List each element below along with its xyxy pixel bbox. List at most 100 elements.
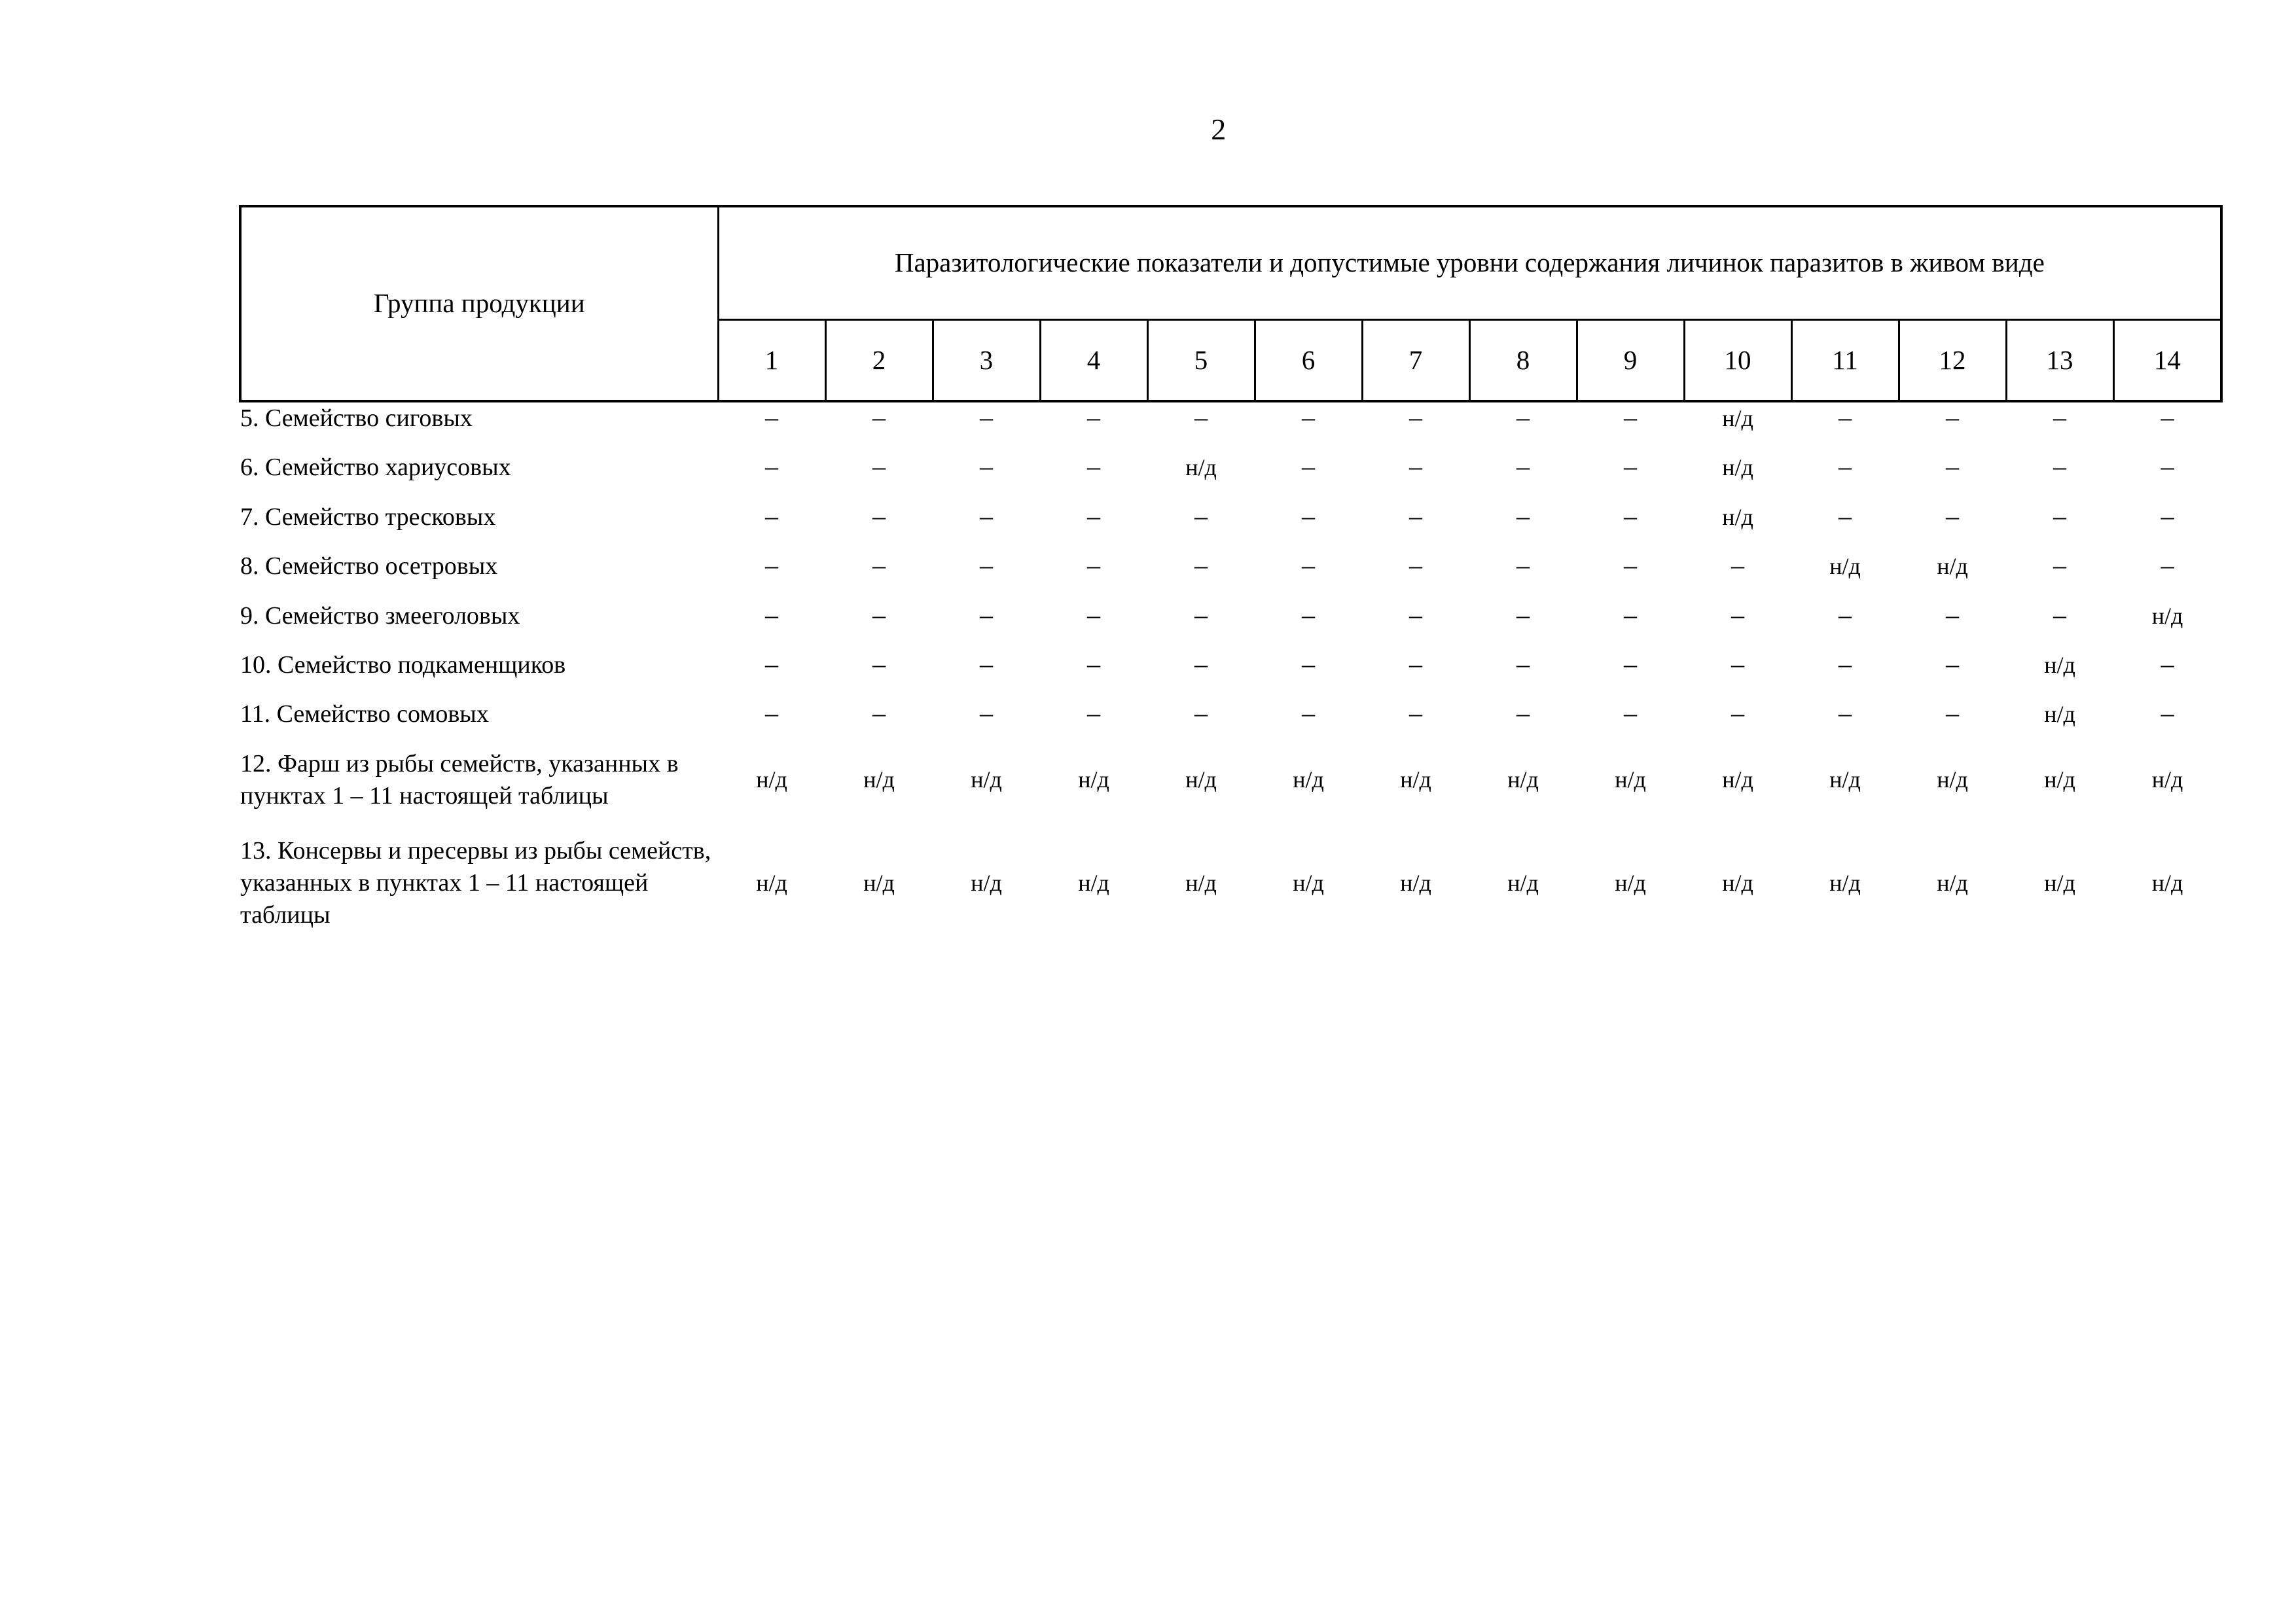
table-head: Группа продукции Паразитологические пока…	[239, 205, 2223, 402]
cell-r6-c6: –	[1255, 698, 1362, 747]
parasitology-table: Группа продукции Паразитологические пока…	[239, 205, 2223, 954]
dash-value: –	[1194, 550, 1208, 580]
dash-value: –	[1731, 649, 1744, 679]
cell-r8-c12: н/д	[1899, 835, 2006, 954]
dash-value: –	[1839, 501, 1852, 531]
header-col-14: 14	[2112, 319, 2223, 402]
cell-r4-c6: –	[1255, 600, 1362, 649]
no-data-value: н/д	[1185, 869, 1217, 896]
cell-r7-c9: н/д	[1577, 748, 1684, 835]
dash-value: –	[980, 402, 993, 432]
cell-r1-c14: –	[2113, 452, 2221, 501]
cell-r6-c11: –	[1791, 698, 1899, 747]
dash-value: –	[1302, 452, 1315, 482]
header-col-9: 9	[1575, 319, 1684, 402]
dash-value: –	[765, 599, 778, 630]
cell-r7-c13: н/д	[2006, 748, 2113, 835]
cell-r2-c9: –	[1577, 501, 1684, 550]
cell-r5-c5: –	[1147, 649, 1255, 698]
no-data-value: н/д	[1293, 766, 1324, 793]
cell-r2-c13: –	[2006, 501, 2113, 550]
cell-r6-c7: –	[1362, 698, 1469, 747]
dash-value: –	[1624, 649, 1637, 679]
page-number-value: 2	[1211, 113, 1227, 146]
cell-r7-c2: н/д	[825, 748, 933, 835]
dash-value: –	[1409, 649, 1422, 679]
dash-value: –	[765, 452, 778, 482]
no-data-value: н/д	[971, 766, 1002, 793]
row-label: 8. Семейство осетровых	[240, 552, 498, 580]
dash-value: –	[1516, 550, 1530, 580]
table-row: 9. Семейство змееголовых – – – – – – – – – – – – – н/д	[240, 600, 2221, 649]
cell-r8-c13: н/д	[2006, 835, 2113, 954]
table-row: 7. Семейство тресковых – – – – – – – – – н/д – – – –	[240, 501, 2221, 550]
cell-r7-c8: н/д	[1469, 748, 1577, 835]
cell-r0-c11: –	[1791, 401, 1899, 452]
no-data-value: н/д	[1078, 869, 1109, 896]
cell-r6-c2: –	[825, 698, 933, 747]
no-data-value: н/д	[1078, 766, 1109, 793]
dash-value: –	[1516, 402, 1530, 432]
cell-r4-c4: –	[1040, 600, 1147, 649]
cell-r8-c11: н/д	[1791, 835, 1899, 954]
cell-r7-c10: н/д	[1684, 748, 1791, 835]
dash-value: –	[1731, 550, 1744, 580]
dash-value: –	[872, 501, 886, 531]
header-group-column: Группа продукции	[239, 205, 719, 402]
cell-r7-c6: н/д	[1255, 748, 1362, 835]
no-data-value: н/д	[2151, 602, 2183, 629]
cell-r3-c10: –	[1684, 550, 1791, 599]
row-label: 5. Семейство сиговых	[240, 404, 473, 432]
cell-r0-c8: –	[1469, 401, 1577, 452]
cell-r4-c8: –	[1469, 600, 1577, 649]
table-row: 6. Семейство хариусовых – – – – н/д – – – – н/д – – –…	[240, 452, 2221, 501]
cell-r8-c4: н/д	[1040, 835, 1147, 954]
row-label: 9. Семейство змееголовых	[240, 601, 520, 630]
row-label: 10. Семейство подкаменщиков	[240, 651, 566, 679]
cell-r2-c10: н/д	[1684, 501, 1791, 550]
header-col-8: 8	[1468, 319, 1577, 402]
row-label: 11. Семейство сомовых	[240, 700, 489, 728]
table-row: 13. Консервы и пресервы из рыбы семейств…	[240, 835, 2221, 954]
cell-r2-c6: –	[1255, 501, 1362, 550]
cell-r6-c4: –	[1040, 698, 1147, 747]
header-span-parasitology: Паразитологические показатели и допустим…	[718, 205, 2223, 321]
header-col-10: 10	[1683, 319, 1791, 402]
row-label: 6. Семейство хариусовых	[240, 454, 511, 482]
cell-r4-c2: –	[825, 600, 933, 649]
no-data-value: н/д	[2044, 766, 2075, 793]
dash-value: –	[765, 402, 778, 432]
dash-value: –	[1516, 649, 1530, 679]
cell-r0-c12: –	[1899, 401, 2006, 452]
dash-value: –	[1302, 550, 1315, 580]
cell-r2-c7: –	[1362, 501, 1469, 550]
cell-r1-c13: –	[2006, 452, 2113, 501]
no-data-value: н/д	[1293, 869, 1324, 896]
dash-value: –	[1087, 452, 1100, 482]
dash-value: –	[980, 501, 993, 531]
cell-r8-c14: н/д	[2113, 835, 2221, 954]
row-label: 12. Фарш из рыбы семейств, указанных в п…	[240, 749, 679, 810]
dash-value: –	[1087, 402, 1100, 432]
cell-r8-c7: н/д	[1362, 835, 1469, 954]
dash-value: –	[1516, 698, 1530, 728]
cell-r2-c3: –	[933, 501, 1040, 550]
cell-r2-c5: –	[1147, 501, 1255, 550]
no-data-value: н/д	[756, 766, 787, 793]
cell-r5-c14: –	[2113, 649, 2221, 698]
no-data-value: н/д	[2044, 869, 2075, 896]
no-data-value: н/д	[2044, 651, 2075, 678]
cell-r0-c9: –	[1577, 401, 1684, 452]
cell-r4-c5: –	[1147, 600, 1255, 649]
dash-value: –	[872, 599, 886, 630]
cell-r1-c9: –	[1577, 452, 1684, 501]
cell-r4-c14: н/д	[2113, 600, 2221, 649]
cell-r4-c11: –	[1791, 600, 1899, 649]
dash-value: –	[1946, 452, 1959, 482]
cell-r3-c14: –	[2113, 550, 2221, 599]
cell-r0-c2: –	[825, 401, 933, 452]
dash-value: –	[1839, 599, 1852, 630]
no-data-value: н/д	[2151, 766, 2183, 793]
cell-r1-c3: –	[933, 452, 1040, 501]
table-container: Группа продукции Паразитологические пока…	[239, 205, 2223, 954]
